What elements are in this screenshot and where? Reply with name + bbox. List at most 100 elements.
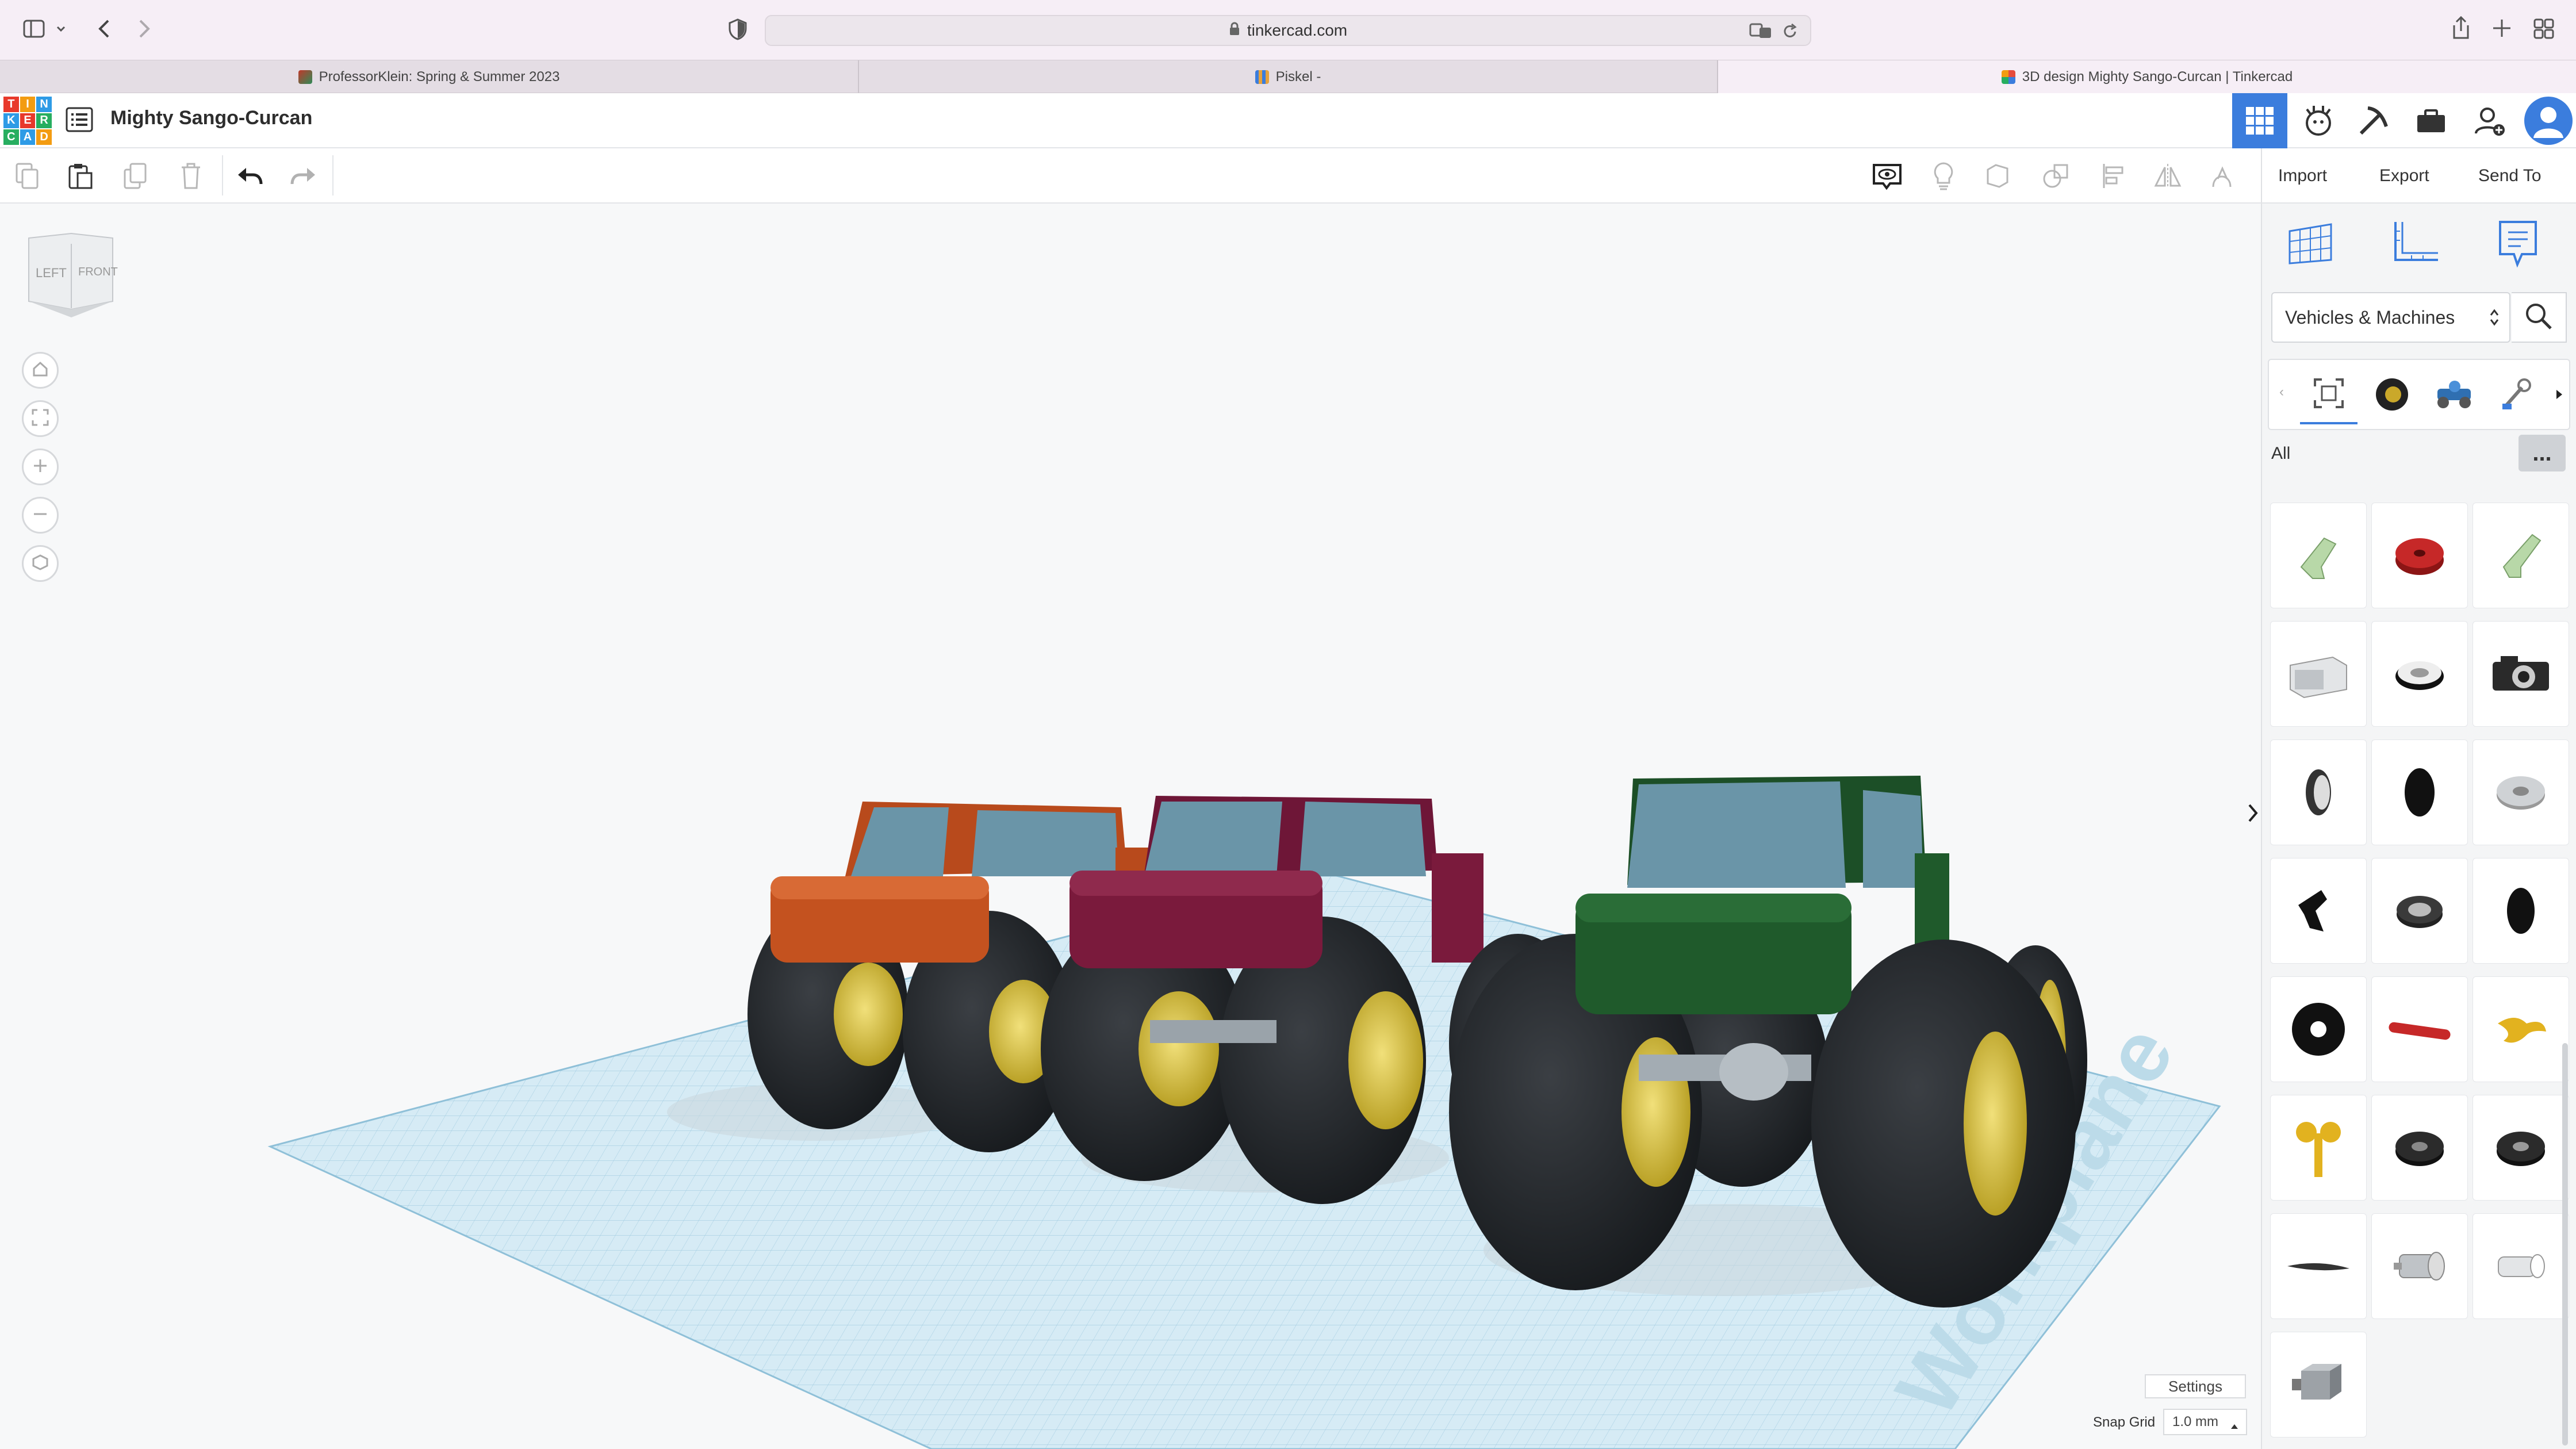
- address-bar[interactable]: tinkercad.com: [765, 15, 1811, 46]
- design-title[interactable]: Mighty Sango-Curcan: [110, 107, 312, 129]
- shape-tile[interactable]: [2472, 503, 2569, 608]
- shape-tile[interactable]: [2371, 621, 2468, 727]
- home-view-button[interactable]: [22, 352, 59, 389]
- shape-tile[interactable]: [2270, 858, 2367, 964]
- shape-tile[interactable]: [2270, 976, 2367, 1082]
- 3d-design-icon[interactable]: [2232, 93, 2287, 148]
- fit-view-button[interactable]: [22, 400, 59, 437]
- viewcube-left[interactable]: LEFT: [36, 266, 67, 281]
- notes-eye-icon[interactable]: [1870, 159, 1904, 193]
- more-options-button[interactable]: ...: [2518, 435, 2566, 471]
- tab-tires[interactable]: [2363, 367, 2421, 424]
- snap-grid-select[interactable]: 1.0 mm: [2163, 1409, 2247, 1435]
- view-cube[interactable]: LEFT FRONT: [25, 232, 118, 321]
- shape-tile[interactable]: [2371, 1095, 2468, 1201]
- sidebar-toggle-icon[interactable]: [23, 18, 46, 39]
- shape-tile[interactable]: [2270, 621, 2367, 727]
- shape-tile[interactable]: [2270, 1095, 2367, 1201]
- ruler-tool-icon[interactable]: [2391, 220, 2440, 269]
- group-icon[interactable]: [1981, 159, 2016, 193]
- zoom-out-button[interactable]: [22, 497, 59, 534]
- workplane-tool-icon[interactable]: [2287, 220, 2333, 269]
- export-button[interactable]: Export: [2368, 160, 2441, 192]
- add-user-icon[interactable]: [2462, 93, 2517, 148]
- send-to-button[interactable]: Send To: [2467, 160, 2553, 192]
- shape-tile[interactable]: [2472, 1095, 2569, 1201]
- shape-category-select[interactable]: Vehicles & Machines: [2271, 292, 2510, 343]
- notes-tool-icon[interactable]: [2498, 220, 2538, 271]
- collapse-panel-icon[interactable]: [2246, 796, 2260, 833]
- forward-icon[interactable]: [136, 18, 153, 42]
- shape-tile[interactable]: [2371, 503, 2468, 608]
- green-monster-truck[interactable]: [1449, 776, 2087, 1308]
- tab-all-shapes[interactable]: [2300, 367, 2358, 424]
- panel-scrollbar[interactable]: [2562, 1043, 2568, 1446]
- shape-tile[interactable]: [2472, 858, 2569, 964]
- briefcase-icon[interactable]: [2404, 93, 2459, 148]
- share-icon[interactable]: [2451, 15, 2471, 43]
- chevron-left-icon[interactable]: ‹: [2279, 384, 2284, 400]
- shape-tile[interactable]: [2371, 858, 2468, 964]
- scene-canvas[interactable]: Workplane: [0, 204, 2261, 1449]
- zoom-in-button[interactable]: [22, 448, 59, 485]
- shape-tile[interactable]: [2472, 739, 2569, 845]
- duplicate-icon[interactable]: [118, 159, 153, 193]
- logo-letter: N: [36, 97, 52, 112]
- ortho-view-button[interactable]: [22, 545, 59, 582]
- translate-icon[interactable]: [1749, 23, 1772, 43]
- tab-machines[interactable]: [2425, 367, 2483, 424]
- updown-icon: [2489, 306, 2500, 334]
- shape-tile[interactable]: [2371, 739, 2468, 845]
- redo-icon[interactable]: [286, 159, 321, 193]
- 3d-viewport[interactable]: Workplane: [0, 204, 2261, 1449]
- new-tab-icon[interactable]: [2492, 18, 2512, 41]
- codeblocks-icon[interactable]: [2291, 93, 2346, 148]
- avatar[interactable]: [2521, 93, 2576, 148]
- shape-tile[interactable]: [2270, 503, 2367, 608]
- app-header: T I N K E R C A D Mighty Sango-Curcan: [0, 93, 2576, 148]
- flat-tire-icon: [2292, 1003, 2345, 1056]
- reload-icon[interactable]: [1781, 23, 1799, 44]
- settings-button[interactable]: Settings: [2145, 1374, 2246, 1398]
- chevron-right-icon[interactable]: [2555, 383, 2564, 409]
- shape-tile[interactable]: [2472, 1213, 2569, 1319]
- trash-icon[interactable]: [174, 159, 208, 193]
- tab-overview-icon[interactable]: [2533, 18, 2554, 42]
- design-list-icon[interactable]: [66, 107, 93, 135]
- import-button[interactable]: Import: [2267, 160, 2339, 192]
- browser-tab-active[interactable]: 3D design Mighty Sango-Curcan | Tinkerca…: [1718, 60, 2576, 94]
- shape-tile[interactable]: [2270, 1213, 2367, 1319]
- tire-icon: [2374, 376, 2410, 416]
- shield-icon[interactable]: [728, 18, 747, 43]
- green-bracket-2-icon: [2502, 534, 2542, 578]
- shape-tile[interactable]: [2270, 739, 2367, 845]
- shape-tile[interactable]: [2371, 1213, 2468, 1319]
- logo-letter: D: [36, 129, 52, 145]
- shape-tile[interactable]: [2270, 1332, 2367, 1438]
- search-button[interactable]: [2512, 292, 2567, 343]
- browser-tab[interactable]: ProfessorKlein: Spring & Summer 2023: [0, 60, 859, 94]
- undo-icon[interactable]: [232, 159, 267, 193]
- propeller-blade-icon: [2287, 1263, 2349, 1271]
- copy-icon[interactable]: [10, 159, 45, 193]
- paste-icon[interactable]: [63, 159, 98, 193]
- black-tire-icon: [2405, 768, 2435, 816]
- back-icon[interactable]: [95, 18, 113, 42]
- logo-letter: C: [3, 129, 19, 145]
- shape-tile[interactable]: [2371, 976, 2468, 1082]
- browser-tab[interactable]: Piskel -: [859, 60, 1718, 94]
- minecraft-pickaxe-icon[interactable]: [2346, 93, 2401, 148]
- tab-label: 3D design Mighty Sango-Curcan | Tinkerca…: [2022, 69, 2293, 85]
- shape-tile[interactable]: [2472, 621, 2569, 727]
- tab-parts[interactable]: [2487, 367, 2545, 424]
- tinkercad-logo[interactable]: T I N K E R C A D: [3, 97, 52, 145]
- mirror-icon[interactable]: [2150, 159, 2185, 193]
- favicon-icon: [298, 70, 312, 84]
- ungroup-icon[interactable]: [2039, 159, 2073, 193]
- chevron-down-icon[interactable]: [55, 23, 67, 37]
- lightbulb-icon[interactable]: [1926, 159, 1961, 193]
- align-icon[interactable]: [2096, 159, 2131, 193]
- cruise-icon[interactable]: [2205, 159, 2239, 193]
- shape-tile[interactable]: [2472, 976, 2569, 1082]
- viewcube-front[interactable]: FRONT: [78, 266, 118, 279]
